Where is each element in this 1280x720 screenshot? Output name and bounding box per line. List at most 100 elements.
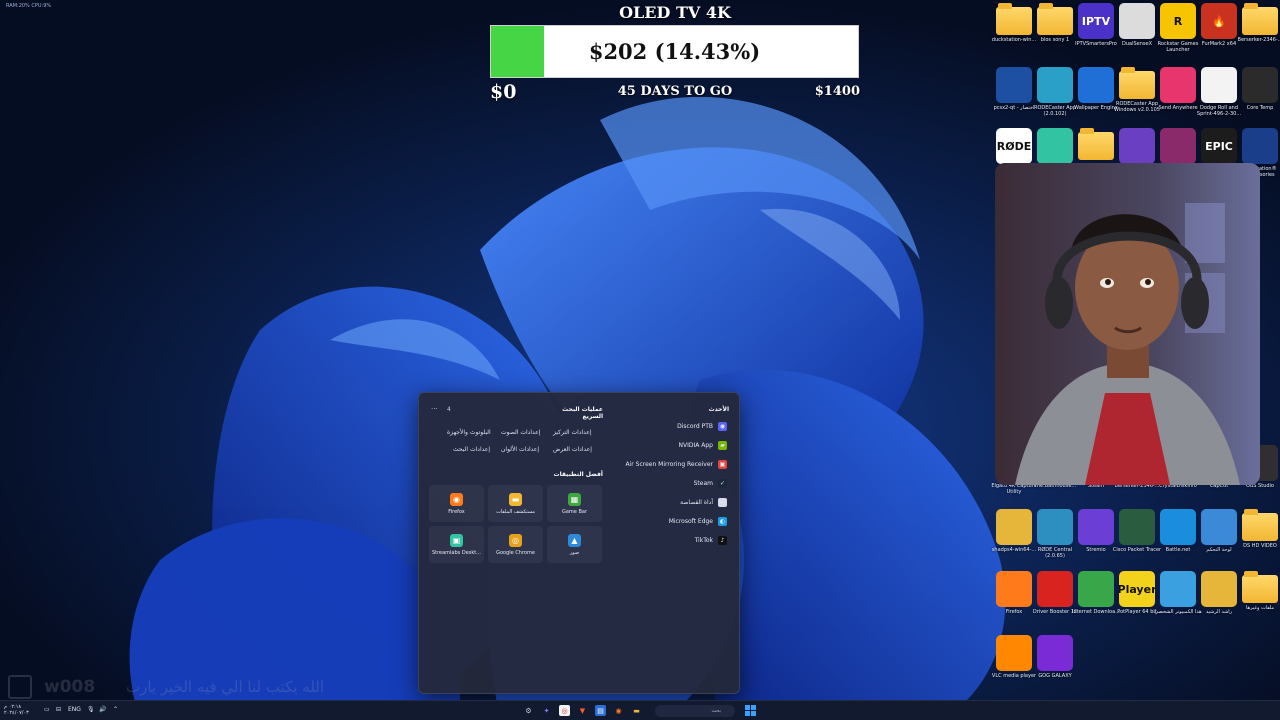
epic-games-icon: EPIC [1201,128,1237,164]
wallpaper-engine-icon [1078,67,1114,103]
top-app-tile[interactable]: ▬ مستكشف الملفات [488,485,543,522]
desktop-icon[interactable]: pcsx2-qt - اختصار [993,67,1035,111]
desktop-icon[interactable]: Dodge Roll and Sprint-496-2-30... [1197,67,1241,117]
webcam-overlay [995,163,1260,485]
desktop-icon[interactable]: ملفات وغيرها [1239,571,1280,611]
recent-item[interactable]: Discord PTB ◉ [677,422,727,431]
desktop-icon[interactable] [1075,128,1117,162]
volume-icon[interactable]: 🔊 [99,706,106,713]
chrome-icon[interactable]: ◎ [559,705,570,716]
taskbar-date: ٢٠٢٤/٠٧/٠٣ [4,710,29,716]
desktop-icon[interactable]: GOG GALAXY [1034,635,1076,679]
store-icon[interactable]: ▤ [595,705,606,716]
quick-search-chip[interactable]: إعدادات التركيز [549,426,596,439]
folder-icon [996,3,1032,35]
desktop-icon[interactable]: RODECaster App (2.0.102) [1034,67,1076,117]
desktop-icon[interactable]: RØDE Central (2.0.65) [1034,509,1076,559]
recent-item[interactable]: Steam ✓ [694,479,727,488]
brave-icon[interactable]: ▼ [577,705,588,716]
file-explorer-icon[interactable]: ▬ [631,705,642,716]
quick-search-chip[interactable]: إعدادات الصوت [497,426,544,439]
top-app-tile[interactable]: ◉ Firefox [429,485,484,522]
desktop-icon[interactable]: Send Anywhere [1157,67,1199,111]
iptv-icon: IPTV [1078,3,1114,39]
notification-icon[interactable]: ▭ [44,706,50,713]
folder-icon [1119,67,1155,99]
desktop-icon[interactable]: duckstation-win... [992,3,1036,43]
desktop-icon[interactable]: هذا الكمبيوتر الشخصي [1154,571,1202,615]
streamer-webcam-image [995,163,1260,485]
firefox-icon[interactable]: ◉ [613,705,624,716]
quick-search-chip[interactable]: إعدادات العرض [549,443,596,456]
desktop-icon[interactable]: Stremio [1075,509,1117,553]
folder-icon [1037,3,1073,35]
desktop-icon-label: GOG GALAXY [1038,673,1072,679]
desktop-icon[interactable]: لوحة التحكم [1198,509,1240,553]
stremio-icon [1078,509,1114,545]
desktop-icon[interactable]: Internet Downloa... [1072,571,1120,615]
top-app-label: Google Chrome [496,549,535,556]
desktop-icon-label: ملفات وغيرها [1245,605,1275,611]
top-app-tile[interactable]: ▦ Game Bar [547,485,602,522]
steam-icon: ✓ [718,479,727,488]
recent-item-label: أداة القصاصة [680,499,713,506]
desktop-icon[interactable]: راشد الرشيد [1198,571,1240,615]
desktop-icon[interactable]: RODECaster App Windows v2.0.105 [1114,67,1160,113]
recent-item[interactable]: أداة القصاصة ✂ [680,498,727,507]
gog-galaxy-icon [1037,635,1073,671]
desktop-icon[interactable]: 🔥 FurMark2 x64 [1198,3,1240,47]
firefox-icon [996,571,1032,607]
firefox-icon: ◉ [450,492,463,506]
desktop-icon[interactable]: VLC media player [992,635,1036,679]
desktop-icon[interactable]: DS HD VIDEO [1239,509,1280,549]
streamlabs-icon: ▣ [450,533,463,547]
microphone-icon[interactable]: 🎙 [87,706,95,713]
desktop-icon[interactable]: Firefox [993,571,1035,615]
file-explorer-icon: ▬ [509,492,522,506]
recent-item-label: Steam [693,480,713,487]
desktop-icon[interactable]: Cisco Packet Tracer [1113,509,1161,553]
quick-search-chip[interactable]: إعدادات البحث [449,443,494,456]
desktop-icon[interactable] [1116,128,1158,166]
desktop-icon[interactable]: R Rockstar Games Launcher [1157,3,1199,53]
desktop-icon[interactable]: Berserker-2346-... [1238,3,1280,43]
desktop-icon[interactable]: shadps4-win64-... [992,509,1036,553]
taskbar-clock[interactable]: ٠٢:١٨ م ٢٠٢٤/٠٧/٠٣ [4,704,29,716]
recent-item[interactable]: Microsoft Edge ◐ [669,517,727,526]
desktop-icon[interactable]: Core Temp [1239,67,1280,111]
chevron-up-icon[interactable]: ⌃ [113,706,118,713]
desktop-icon[interactable]: Battle.net [1157,509,1199,553]
taskbar-search-input[interactable]: بحث [655,705,735,717]
desktop-icon[interactable]: IPTV IPTVSmartersPro [1075,3,1117,47]
desktop-icon[interactable]: Player PotPlayer 64 bit [1116,571,1158,615]
chrome-icon: ◎ [509,533,522,547]
desktop-icon[interactable] [1034,128,1076,166]
rodecaster-icon [1037,67,1073,103]
shadps4-icon [996,509,1032,545]
top-app-tile[interactable]: ▲ صور [547,526,602,563]
taskbar: ٠٢:١٨ م ٢٠٢٤/٠٧/٠٣ ▭ ⊟ ENG 🎙 🔊 ⌃ ⚙ ✦ ◎ ▼… [0,700,1280,720]
core-temp-icon [1242,67,1278,103]
settings-gear-icon[interactable]: ⚙ [523,705,534,716]
network-icon[interactable]: ⊟ [56,706,61,713]
quick-search-chip[interactable]: إعدادات الألوان [497,443,543,456]
recent-item[interactable]: NVIDIA App ▰ [679,441,727,450]
user-folder-icon [1201,571,1237,607]
windows-start-icon[interactable] [745,705,756,716]
language-indicator[interactable]: ENG [68,706,81,713]
more-options-button[interactable]: ··· [431,405,438,413]
desktop-icon[interactable]: Driver Booster 12 [1033,571,1077,615]
desktop-icon[interactable]: blos sony 1 [1034,3,1076,43]
recent-item-label: Discord PTB [677,423,713,430]
recent-item[interactable]: Air Screen Mirroring Receiver ▣ [625,460,727,469]
desktop-icon[interactable] [1157,128,1199,166]
top-app-tile[interactable]: ◎ Google Chrome [488,526,543,563]
recent-item-label: TikTok [694,537,713,544]
top-app-tile[interactable]: ▣ Streamlabs Deskt... [429,526,484,563]
quick-search-chip[interactable]: البلوتوث والأجهزة [443,426,495,439]
copilot-icon[interactable]: ✦ [541,705,552,716]
recent-item[interactable]: TikTok ♪ [695,536,727,545]
rode-icon: RØDE [996,128,1032,164]
desktop-icon[interactable]: Wallpaper Engine [1074,67,1118,111]
desktop-icon[interactable]: DualSenseX [1116,3,1158,47]
